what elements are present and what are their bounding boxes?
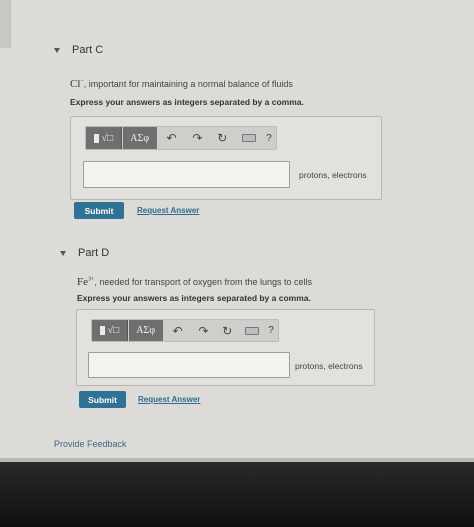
reset-icon[interactable]: ↻ (208, 127, 236, 149)
monitor-bezel (0, 462, 474, 527)
part-c-submit-button[interactable]: Submit (74, 202, 124, 219)
greek-symbols-button[interactable]: ΑΣφ (128, 320, 163, 341)
help-icon[interactable]: ? (262, 127, 276, 149)
part-c-answer-box: √□ ΑΣφ ↶ ↷ ↻ ? protons, electrons (70, 116, 382, 200)
part-d-submit-button[interactable]: Submit (79, 391, 126, 408)
part-d-header[interactable]: Part D (60, 247, 109, 259)
part-d-answer-input[interactable] (88, 352, 290, 378)
part-d-request-answer-link[interactable]: Request Answer (138, 395, 200, 404)
part-c-request-answer-link[interactable]: Request Answer (137, 206, 199, 215)
part-d-units: protons, electrons (295, 361, 363, 371)
greek-symbols-button[interactable]: ΑΣφ (122, 127, 157, 149)
part-d-instruction: Express your answers as integers separat… (77, 293, 311, 303)
scroll-region-edge (0, 0, 11, 48)
part-d-ion: Fe3+ (77, 276, 95, 288)
help-icon[interactable]: ? (264, 320, 278, 341)
undo-icon[interactable]: ↶ (163, 320, 193, 341)
part-c-units: protons, electrons (299, 170, 367, 180)
part-d-title: Part D (78, 247, 110, 259)
part-c-ion: Cl− (70, 78, 84, 90)
part-c-title: Part C (72, 44, 104, 56)
page-background: Part C Cl−, important for maintaining a … (0, 0, 474, 462)
collapse-caret-icon[interactable] (60, 250, 66, 256)
keyboard-button[interactable] (240, 320, 264, 341)
keyboard-icon (245, 326, 260, 335)
templates-button[interactable]: √□ (86, 127, 122, 149)
templates-icon (99, 326, 105, 335)
templates-icon (93, 133, 99, 143)
undo-icon[interactable]: ↶ (157, 127, 187, 149)
part-c-question: Cl−, important for maintaining a normal … (70, 78, 293, 90)
templates-button[interactable]: √□ (92, 320, 128, 341)
keyboard-button[interactable] (236, 127, 262, 149)
part-d-answer-box: √□ ΑΣφ ↶ ↷ ↻ ? protons, electrons (76, 309, 375, 386)
redo-icon[interactable]: ↷ (192, 320, 214, 341)
redo-icon[interactable]: ↷ (186, 127, 208, 149)
provide-feedback-link[interactable]: Provide Feedback (54, 439, 127, 449)
part-c-math-toolbar: √□ ΑΣφ ↶ ↷ ↻ ? (85, 126, 277, 150)
collapse-caret-icon[interactable] (54, 47, 60, 53)
part-d-question: Fe3+, needed for transport of oxygen fro… (77, 276, 313, 288)
keyboard-icon (242, 134, 257, 142)
part-c-instruction: Express your answers as integers separat… (70, 97, 304, 107)
part-c-header[interactable]: Part C (54, 44, 103, 56)
part-c-answer-input[interactable] (83, 161, 290, 188)
part-d-math-toolbar: √□ ΑΣφ ↶ ↷ ↻ ? (91, 319, 279, 342)
reset-icon[interactable]: ↻ (214, 320, 240, 341)
